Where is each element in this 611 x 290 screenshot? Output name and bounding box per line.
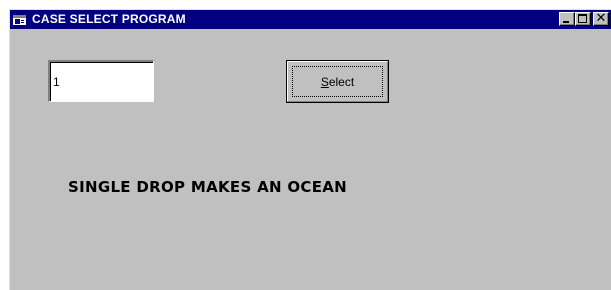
- select-mnemonic: S: [320, 75, 329, 89]
- close-button[interactable]: ✕: [593, 11, 609, 26]
- close-icon: ✕: [595, 11, 607, 26]
- maximize-button[interactable]: [575, 12, 591, 26]
- case-number-textbox[interactable]: [48, 60, 154, 102]
- select-button[interactable]: Select: [286, 60, 389, 103]
- minimize-button[interactable]: [559, 12, 575, 26]
- case-number-input[interactable]: [50, 62, 153, 101]
- select-button-label: Select: [288, 75, 387, 89]
- title-bar[interactable]: CASE SELECT PROGRAM ✕: [10, 10, 611, 29]
- app-window-icon[interactable]: [13, 13, 26, 25]
- app-window: CASE SELECT PROGRAM ✕ Select SINGLE DROP…: [9, 9, 611, 290]
- window-title: CASE SELECT PROGRAM: [32, 12, 186, 26]
- maximize-icon: [578, 14, 587, 23]
- message-label: SINGLE DROP MAKES AN OCEAN: [68, 178, 348, 196]
- minimize-icon: [563, 21, 569, 23]
- select-label-rest: elect: [328, 75, 355, 89]
